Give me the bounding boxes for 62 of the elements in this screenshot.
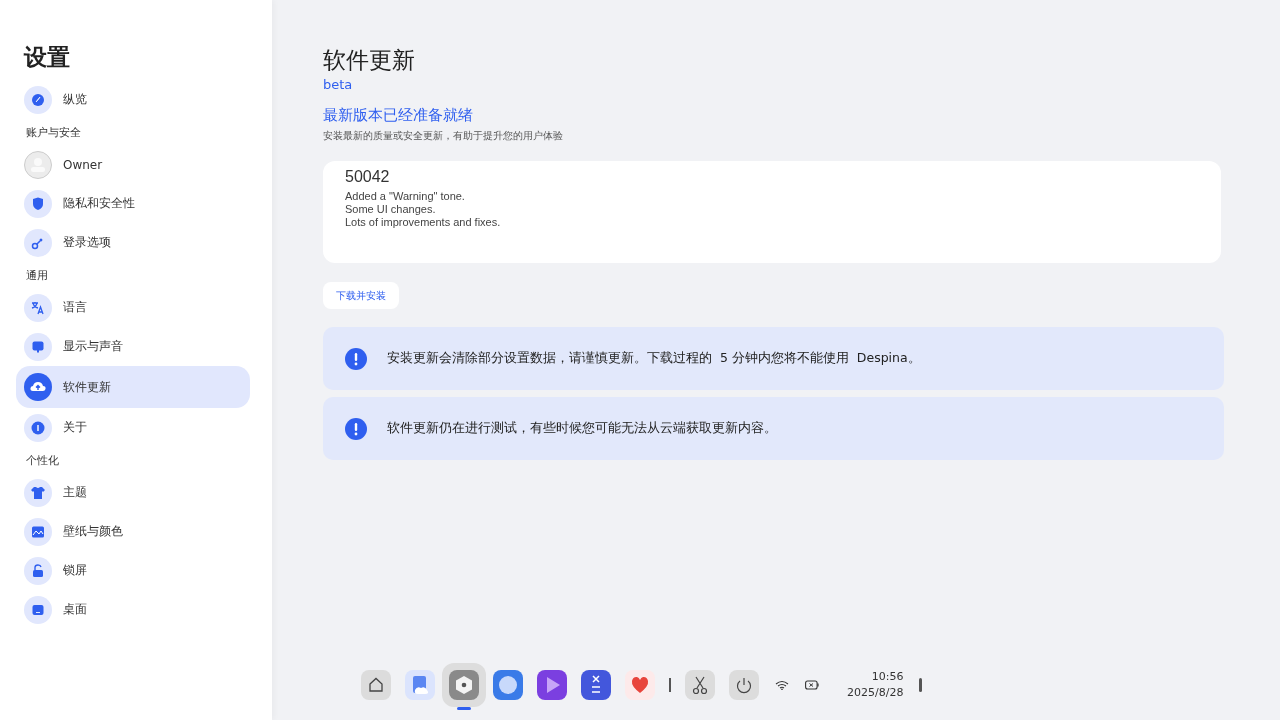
heart-app-icon [625,670,655,700]
sphere-app-icon [493,670,523,700]
sidebar-title: 设置 [24,43,71,72]
channel-label: beta [323,77,353,92]
monitor-icon [24,332,52,361]
taskbar-app[interactable] [361,670,391,700]
taskbar-app[interactable] [493,670,523,700]
sidebar-item[interactable]: 纵览 [16,80,250,119]
info-icon [24,413,52,442]
battery-icon[interactable] [805,680,819,690]
show-desktop-handle[interactable] [919,678,923,692]
home-icon [361,670,391,700]
update-description: 安装最新的质量或安全更新，有助于提升您的用户体验 [323,129,563,143]
release-note: Lots of improvements and fixes. [345,216,502,229]
section-label: 账户与安全 [26,126,82,140]
sidebar-item[interactable]: 软件更新 [16,366,250,408]
notice-text: 软件更新仍在进行测试，有些时候您可能无法从云端获取更新内容。 [387,420,777,437]
clock-date: 2025/8/28 [847,685,904,701]
warning-icon [345,347,367,370]
unlock-icon [24,556,52,585]
weather-app-icon [405,670,435,700]
update-headline: 最新版本已经准备就绪 [323,106,473,125]
section-label: 个性化 [26,454,60,468]
taskbar-app[interactable] [537,670,567,700]
play-app-icon [537,670,567,700]
warning-icon [345,417,367,440]
clock-time: 10:56 [871,669,904,685]
taskbar-app[interactable] [625,670,655,700]
translate-icon [24,293,52,322]
sidebar-item[interactable]: 关于 [16,408,250,447]
shield-icon [24,189,52,218]
desktop-icon [24,595,52,624]
taskbar-app[interactable] [581,670,611,700]
calculator-app-icon [581,670,611,700]
section-label: 通用 [26,269,49,283]
release-note: Some UI changes. [345,203,437,216]
sidebar-item[interactable]: 语言 [16,288,250,327]
version-number: 50042 [345,168,391,186]
active-indicator [457,707,471,710]
wifi-icon[interactable] [775,680,789,690]
release-note: Added a "Warning" tone. [345,190,466,203]
avatar-icon [24,150,52,179]
sidebar-item[interactable]: 显示与声音 [16,327,250,366]
shirt-icon [24,478,52,507]
landscape-icon [24,517,52,546]
sidebar-item[interactable]: 锁屏 [16,551,250,590]
cloud-upload-icon [24,373,52,401]
download-install-button[interactable]: 下载并安装 [323,282,399,309]
sidebar-item[interactable]: Owner [16,145,250,184]
sidebar-item[interactable]: 隐私和安全性 [16,184,250,223]
scissors-icon[interactable] [685,670,715,700]
settings-app-icon [449,670,479,700]
power-icon[interactable] [729,670,759,700]
taskbar-app[interactable] [442,663,486,707]
sidebar-item[interactable]: 壁纸与颜色 [16,512,250,551]
taskbar-app[interactable] [405,670,435,700]
page-title: 软件更新 [323,46,415,75]
sidebar-item[interactable]: 主题 [16,473,250,512]
key-icon [24,228,52,257]
sidebar-item[interactable]: 桌面 [16,590,250,629]
notice-text: 安装更新会清除部分设置数据，请谨慎更新。下载过程的 5 分钟内您将不能使用 Despina。 [387,350,921,367]
sidebar-item[interactable]: 登录选项 [16,223,250,262]
